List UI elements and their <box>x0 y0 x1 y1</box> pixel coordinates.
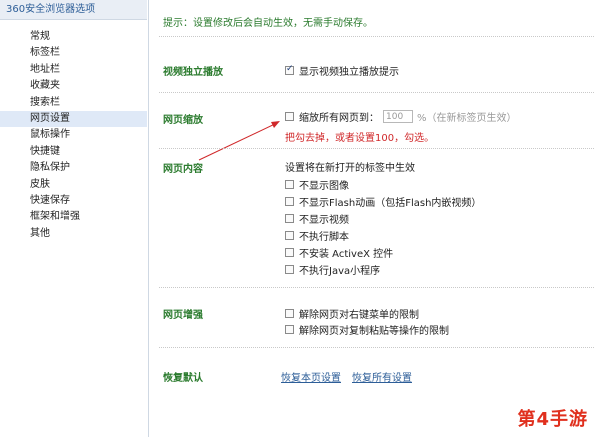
options-sidebar: 360安全浏览器选项 常规 标签栏 地址栏 收藏夹 搜索栏 网页设置 鼠标操作 … <box>0 0 149 437</box>
sidebar-item-other[interactable]: 其他 <box>0 226 147 242</box>
no-images-label: 不显示图像 <box>299 181 349 192</box>
settings-panel: 提示：设置修改后会自动生效，无需手动保存。 视频独立播放 显示视频独立播放提示 … <box>149 0 594 437</box>
content-option-row[interactable]: 不执行Java小程序 <box>285 262 380 277</box>
sidebar-title: 360安全浏览器选项 <box>0 0 147 20</box>
watermark-logo: 第4手游 <box>517 409 588 430</box>
unlock-copy-paste-label: 解除网页对复制粘贴等操作的限制 <box>299 326 449 337</box>
no-flash-checkbox[interactable] <box>285 197 294 206</box>
sidebar-item-addressbar[interactable]: 地址栏 <box>0 62 147 78</box>
content-option-row[interactable]: 不安装 ActiveX 控件 <box>285 245 393 260</box>
unlock-copy-paste-checkbox[interactable] <box>285 325 294 334</box>
no-images-checkbox[interactable] <box>285 180 294 189</box>
sidebar-list: 常规 标签栏 地址栏 收藏夹 搜索栏 网页设置 鼠标操作 快捷键 隐私保护 皮肤… <box>0 29 147 242</box>
divider <box>159 287 594 288</box>
unlock-context-menu-label: 解除网页对右键菜单的限制 <box>299 310 419 321</box>
no-activex-checkbox[interactable] <box>285 248 294 257</box>
section-restore-label: 恢复默认 <box>163 373 203 384</box>
sidebar-item-general[interactable]: 常规 <box>0 29 147 45</box>
section-content-label: 网页内容 <box>163 164 203 175</box>
no-java-checkbox[interactable] <box>285 265 294 274</box>
arrow-head <box>271 121 280 128</box>
divider <box>159 148 594 149</box>
no-video-checkbox[interactable] <box>285 214 294 223</box>
content-option-row[interactable]: 不显示Flash动画（包括Flash内嵌视频） <box>285 194 481 209</box>
sidebar-item-tabbar[interactable]: 标签栏 <box>0 45 147 61</box>
unlock-context-menu-checkbox[interactable] <box>285 309 294 318</box>
no-script-label: 不执行脚本 <box>299 232 349 243</box>
no-activex-label: 不安装 ActiveX 控件 <box>299 249 394 260</box>
section-enhance-label: 网页增强 <box>163 310 203 321</box>
sidebar-item-mouse[interactable]: 鼠标操作 <box>0 127 147 143</box>
content-option-row[interactable]: 不执行脚本 <box>285 228 349 243</box>
sidebar-item-shortcuts[interactable]: 快捷键 <box>0 144 147 160</box>
sidebar-item-searchbar[interactable]: 搜索栏 <box>0 95 147 111</box>
restore-all-link[interactable]: 恢复所有设置 <box>352 369 412 384</box>
no-script-checkbox[interactable] <box>285 231 294 240</box>
sidebar-item-quick-save[interactable]: 快速保存 <box>0 193 147 209</box>
content-heading: 设置将在新打开的标签中生效 <box>285 163 415 174</box>
sidebar-item-skin[interactable]: 皮肤 <box>0 177 147 193</box>
sidebar-item-frames[interactable]: 框架和增强 <box>0 209 147 225</box>
enhance-option-row[interactable]: 解除网页对右键菜单的限制 <box>285 306 419 321</box>
divider <box>159 347 594 348</box>
arrow-line <box>198 122 278 161</box>
content-option-row[interactable]: 不显示图像 <box>285 177 349 192</box>
content-option-row[interactable]: 不显示视频 <box>285 211 349 226</box>
no-java-label: 不执行Java小程序 <box>299 266 381 277</box>
no-flash-label: 不显示Flash动画（包括Flash内嵌视频） <box>299 198 482 209</box>
sidebar-item-privacy[interactable]: 隐私保护 <box>0 160 147 176</box>
sidebar-item-web-settings[interactable]: 网页设置 <box>0 110 147 128</box>
restore-page-link[interactable]: 恢复本页设置 <box>281 369 341 384</box>
sidebar-item-favorites[interactable]: 收藏夹 <box>0 78 147 94</box>
no-video-label: 不显示视频 <box>299 215 349 226</box>
enhance-option-row[interactable]: 解除网页对复制粘贴等操作的限制 <box>285 322 449 337</box>
